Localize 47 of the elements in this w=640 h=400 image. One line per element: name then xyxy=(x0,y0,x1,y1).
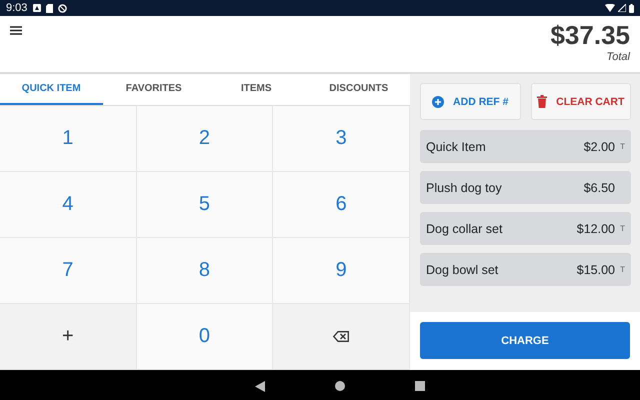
back-icon[interactable] xyxy=(255,380,265,392)
item-name: Plush dog toy xyxy=(426,180,503,194)
tax-mark: T xyxy=(619,265,625,274)
plus-key[interactable]: + xyxy=(0,304,137,370)
status-time: 9:03 xyxy=(6,2,28,14)
menu-icon[interactable] xyxy=(10,26,22,35)
total-label: Total xyxy=(606,51,630,63)
trash-icon xyxy=(537,95,548,108)
sd-card-icon xyxy=(46,4,54,12)
tax-mark: T xyxy=(619,224,625,233)
item-name: Dog bowl set xyxy=(426,262,500,276)
tab[interactable]: QUICK ITEM xyxy=(0,74,102,105)
add-ref-button[interactable]: ADD REF # xyxy=(420,83,520,120)
total-amount: $37.35 xyxy=(550,19,630,51)
digit-key[interactable]: 0 xyxy=(136,304,274,370)
digit-key[interactable]: 1 xyxy=(0,106,137,172)
tab[interactable]: FAVORITES xyxy=(102,74,205,105)
item-price: $6.50 xyxy=(584,180,615,194)
digit-key[interactable]: 7 xyxy=(0,238,137,304)
digit-key[interactable]: 5 xyxy=(136,172,274,238)
backspace-icon xyxy=(333,331,350,342)
home-icon[interactable] xyxy=(335,381,345,391)
cart-item[interactable]: Dog bowl set $15.00 T xyxy=(420,253,631,286)
tax-mark: T xyxy=(619,142,625,151)
digit-key[interactable]: 2 xyxy=(136,106,274,172)
signal-icon xyxy=(618,4,626,12)
item-name: Quick Item xyxy=(426,140,487,154)
tab[interactable]: DISCOUNTS xyxy=(308,74,410,105)
digit-key[interactable]: 8 xyxy=(136,238,274,304)
item-price: $12.00 xyxy=(576,222,615,236)
tab[interactable]: ITEMS xyxy=(205,74,308,105)
clear-cart-button[interactable]: CLEAR CART xyxy=(530,83,631,120)
wifi-icon xyxy=(605,4,615,12)
plus-circle-icon xyxy=(432,96,444,108)
item-name: Dog collar set xyxy=(426,222,504,236)
cart-item[interactable]: Plush dog toy $6.50 xyxy=(420,171,631,204)
item-price: $15.00 xyxy=(576,262,615,276)
charge-button[interactable]: CHARGE xyxy=(420,322,630,359)
digit-key[interactable]: 4 xyxy=(0,172,137,238)
cart-item[interactable]: Quick Item $2.00 T xyxy=(420,130,631,163)
battery-icon xyxy=(629,4,634,12)
item-price: $2.00 xyxy=(584,140,615,154)
notification-icon xyxy=(33,4,42,12)
cart-item[interactable]: Dog collar set $12.00 T xyxy=(420,212,631,245)
digit-key[interactable]: 9 xyxy=(273,238,410,304)
digit-key[interactable]: 3 xyxy=(273,106,410,172)
digit-key[interactable]: 6 xyxy=(273,172,410,238)
